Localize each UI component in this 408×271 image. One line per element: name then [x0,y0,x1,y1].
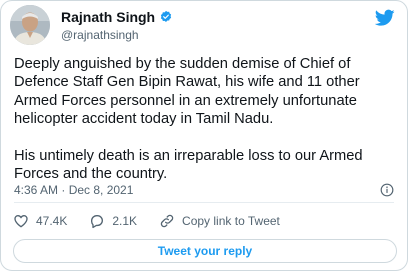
like-count: 47.4K [36,214,68,228]
reply-action[interactable]: 2.1K [89,213,137,229]
link-icon [160,214,174,228]
avatar[interactable] [10,5,50,45]
copy-link-button[interactable]: Copy link to Tweet [159,213,280,229]
heart-icon [14,214,28,228]
author-handle[interactable]: @rajnathsingh [61,28,173,42]
divider [14,202,394,203]
tweet-paragraph-1: Deeply anguished by the sudden demise of… [14,56,360,128]
avatar-image [10,5,50,45]
tweet-actions: 47.4K 2.1K Copy link to Tweet [13,213,302,229]
tweet-timestamp[interactable]: 4:36 AM · Dec 8, 2021 [14,183,133,197]
reply-count: 2.1K [112,214,138,228]
author-info: Rajnath Singh @rajnathsingh [61,8,173,42]
tweet-your-reply-button[interactable]: Tweet your reply [13,239,397,263]
author-name[interactable]: Rajnath Singh [61,9,155,25]
reply-bubble-icon [91,215,104,229]
tweet-paragraph-2: His untimely death is an irreparable los… [14,147,363,183]
tweet-text: Deeply anguished by the sudden demise of… [14,55,398,183]
verified-badge-icon [160,10,172,22]
like-button[interactable]: 47.4K [13,213,67,229]
tweet-card: Rajnath Singh @rajnathsingh Deeply angui… [0,0,408,271]
twitter-bird-icon[interactable] [375,9,395,27]
info-icon[interactable] [380,183,394,197]
copy-link-label: Copy link to Tweet [182,214,280,228]
